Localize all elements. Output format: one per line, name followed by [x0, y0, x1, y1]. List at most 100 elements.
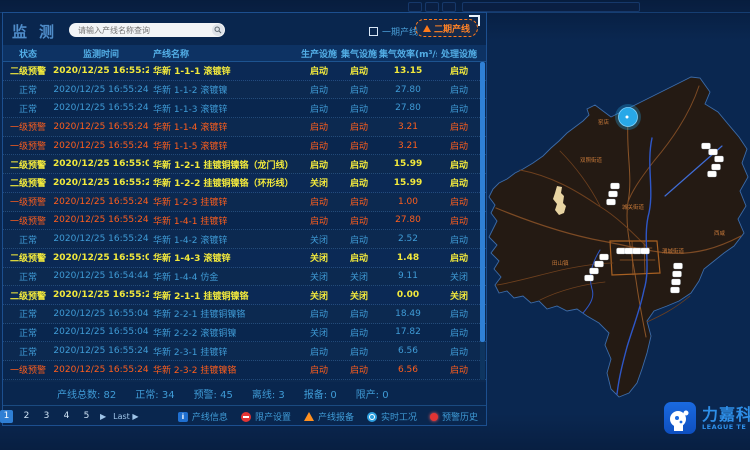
gauge-icon: [367, 412, 377, 422]
table-row[interactable]: 一级预警2020/12/25 16:55:24华新 1-4-1 挂镀锌启动启动2…: [3, 212, 486, 231]
table-row[interactable]: 二级预警2020/12/25 16:55:04华新 1-4-3 滚镀锌关闭启动1…: [3, 249, 486, 268]
page-button[interactable]: 5: [80, 410, 93, 423]
page-button[interactable]: 4: [60, 410, 73, 423]
table-row[interactable]: 二级预警2020/12/25 16:55:24华新 1-2-2 挂镀铜镍铬（环形…: [3, 174, 486, 193]
map-marker[interactable]: [674, 263, 683, 269]
search-input[interactable]: [69, 26, 212, 35]
map-place-label: 西咸: [714, 229, 726, 237]
summary-bar: 产线总数: 82正常: 34预警: 45离线: 3报备: 0限产: 0: [3, 382, 486, 405]
限产设置-button[interactable]: 限产设置: [241, 410, 291, 423]
map-marker[interactable]: [712, 164, 721, 170]
map-marker[interactable]: [625, 248, 634, 254]
map-marker[interactable]: [673, 271, 682, 277]
col-production-facility: 生产设施: [299, 47, 339, 60]
last-page-button[interactable]: Last ▶: [113, 412, 138, 421]
cell-eff: 6.56: [379, 365, 437, 375]
table-row[interactable]: 正常2020/12/25 16:55:04华新 2-2-2 滚镀铜镍关闭启动17…: [3, 324, 486, 343]
top-deco-block: [425, 2, 439, 12]
table-header: 状态 监测时间 产线名称 生产设施 集气设施 集气效率(m³/s) 处理设施: [3, 45, 486, 62]
map-marker[interactable]: [709, 149, 718, 155]
map-marker[interactable]: [633, 248, 642, 254]
cell-treat: 启动: [437, 120, 481, 133]
map-marker[interactable]: [671, 287, 680, 293]
map-place-label: 城关街道: [622, 203, 645, 211]
map-marker[interactable]: [585, 275, 594, 281]
cell-name: 华新 1-4-3 滚镀锌: [149, 251, 299, 264]
cell-status: 二级预警: [3, 176, 53, 189]
cell-time: 2020/12/25 16:55:04: [53, 253, 149, 263]
phase1-filter[interactable]: 一期产线: [369, 25, 418, 38]
scrollbar-thumb[interactable]: [480, 62, 485, 342]
cell-name: 华新 1-2-3 挂镀锌: [149, 195, 299, 208]
cell-status: 一级预警: [3, 120, 53, 133]
table-row[interactable]: 一级预警2020/12/25 16:55:24华新 1-1-5 滚镀锌启动启动3…: [3, 137, 486, 156]
cell-gas: 启动: [339, 102, 379, 115]
实时工况-button[interactable]: 实时工况: [367, 410, 417, 423]
warning-triangle-icon: [304, 412, 314, 421]
next-page-button[interactable]: ▶: [100, 412, 106, 421]
table-row[interactable]: 一级预警2020/12/25 16:55:24华新 1-2-3 挂镀锌启动启动1…: [3, 193, 486, 212]
cell-prod: 启动: [299, 195, 339, 208]
map-alert-circle-marker[interactable]: [615, 104, 641, 130]
table-row[interactable]: 一级预警2020/12/25 16:55:24华新 1-1-4 滚镀锌启动启动3…: [3, 118, 486, 137]
产线报备-button[interactable]: 产线报备: [304, 410, 354, 423]
phase2-filter-button[interactable]: 二期产线: [415, 19, 478, 37]
map-marker[interactable]: [617, 248, 626, 254]
cell-time: 2020/12/25 16:55:24: [53, 346, 149, 356]
table-row[interactable]: 二级预警2020/12/25 16:55:24华新 1-1-1 滚镀锌启动启动1…: [3, 62, 486, 81]
map-marker[interactable]: [672, 279, 681, 285]
table-row[interactable]: 正常2020/12/25 16:55:24华新 1-1-3 滚镀锌启动启动27.…: [3, 99, 486, 118]
cell-gas: 启动: [339, 195, 379, 208]
search-box[interactable]: [69, 23, 225, 37]
map-marker[interactable]: [708, 171, 717, 177]
table-row[interactable]: 正常2020/12/25 16:54:44华新 1-4-4 仿金关闭关闭9.11…: [3, 268, 486, 287]
cell-status: 正常: [3, 233, 53, 246]
map-marker[interactable]: [595, 261, 604, 267]
district-map[interactable]: 窑店双照街道城关街道西咸田山镇渭城街道: [487, 12, 750, 427]
cell-treat: 启动: [437, 64, 481, 77]
cell-gas: 关闭: [339, 289, 379, 302]
cell-status: 二级预警: [3, 251, 53, 264]
map-marker[interactable]: [600, 254, 609, 260]
cell-prod: 启动: [299, 120, 339, 133]
cell-name: 华新 1-2-1 挂镀铜镍铬（龙门线）: [149, 158, 299, 171]
page-button[interactable]: 3: [40, 410, 53, 423]
map-marker[interactable]: [609, 191, 618, 197]
pagination: 12345 ▶ Last ▶: [0, 410, 139, 423]
cell-eff: 1.00: [379, 197, 437, 207]
brand-name: 力嘉科技: [702, 406, 750, 423]
map-marker[interactable]: [590, 268, 599, 274]
table-row[interactable]: 正常2020/12/25 16:55:24华新 1-4-2 滚镀锌关闭启动2.5…: [3, 230, 486, 249]
cell-time: 2020/12/25 16:55:24: [53, 365, 149, 375]
cell-treat: 启动: [437, 83, 481, 96]
page-button[interactable]: 1: [0, 410, 13, 423]
legend-label: 实时工况: [381, 410, 417, 423]
cell-prod: 关闭: [299, 326, 339, 339]
map-marker[interactable]: [702, 143, 711, 149]
cell-gas: 启动: [339, 64, 379, 77]
magnifier-icon[interactable]: [212, 24, 224, 36]
预警历史-button[interactable]: 预警历史: [430, 410, 478, 423]
cell-treat: 启动: [437, 139, 481, 152]
map-marker[interactable]: [641, 248, 650, 254]
cell-treat: 启动: [437, 345, 481, 358]
map-marker[interactable]: [607, 199, 616, 205]
产线信息-button[interactable]: 产线信息: [178, 410, 228, 423]
map-marker[interactable]: [611, 183, 620, 189]
cell-treat: 启动: [437, 195, 481, 208]
table-row[interactable]: 一级预警2020/12/25 16:55:24华新 2-4-1 挂镀镍铬启动启动…: [3, 380, 486, 382]
table-row[interactable]: 正常2020/12/25 16:55:24华新 2-3-1 挂镀锌启动启动6.5…: [3, 342, 486, 361]
info-square-icon: [178, 412, 188, 422]
checkbox-icon[interactable]: [369, 27, 378, 36]
table-row[interactable]: 正常2020/12/25 16:55:24华新 1-1-2 滚镀镍启动启动27.…: [3, 81, 486, 100]
page-button[interactable]: 2: [20, 410, 33, 423]
legend-label: 产线信息: [192, 410, 228, 423]
table-row[interactable]: 一级预警2020/12/25 16:55:24华新 2-3-2 挂镀镍铬启动启动…: [3, 361, 486, 380]
table-row[interactable]: 正常2020/12/25 16:55:04华新 2-2-1 挂镀铜镍铬启动启动1…: [3, 305, 486, 324]
cell-gas: 关闭: [339, 270, 379, 283]
brand-logo-icon: [664, 402, 696, 434]
table-row[interactable]: 二级预警2020/12/25 16:55:24华新 2-1-1 挂镀铜镍铬关闭关…: [3, 286, 486, 305]
cell-gas: 启动: [339, 251, 379, 264]
map-marker[interactable]: [715, 156, 724, 162]
table-row[interactable]: 二级预警2020/12/25 16:55:04华新 1-2-1 挂镀铜镍铬（龙门…: [3, 155, 486, 174]
